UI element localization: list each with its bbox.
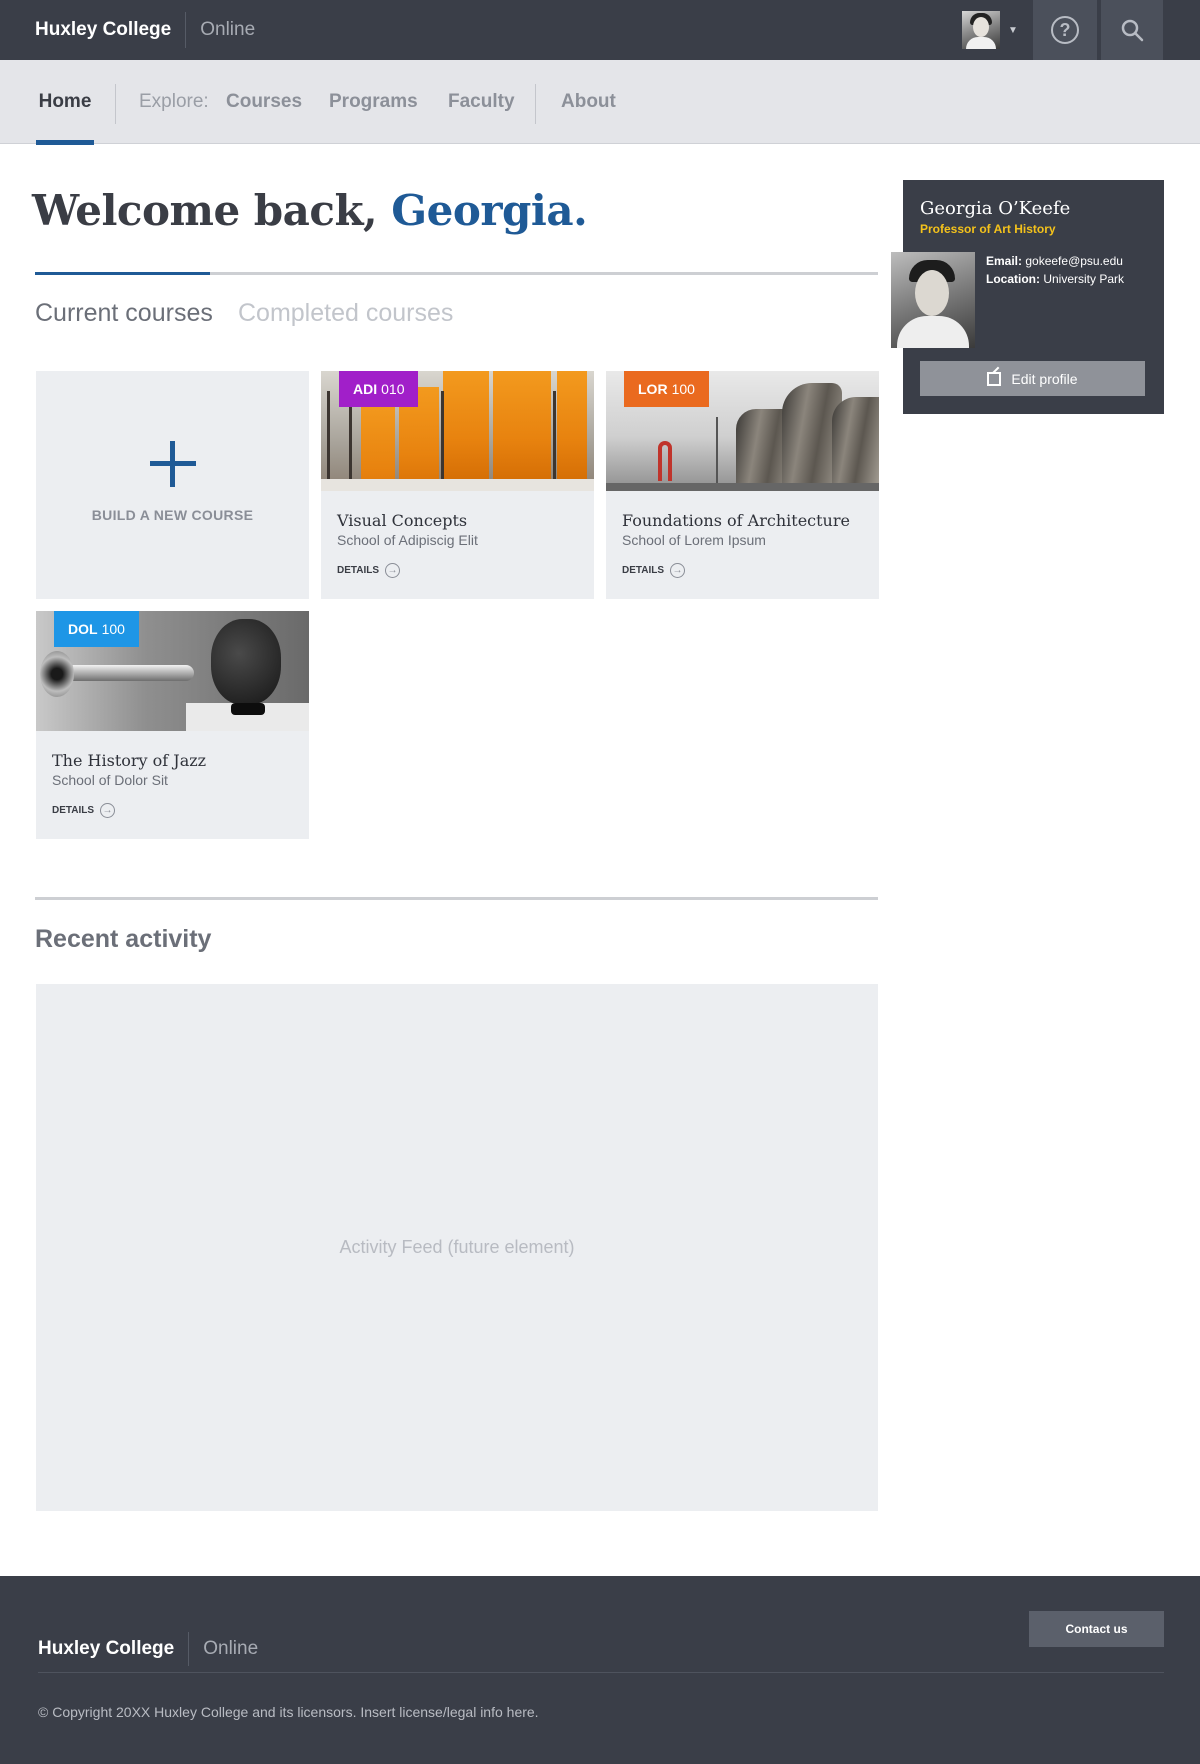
profile-panel: Georgia O’Keefe Professor of Art History… [891, 180, 1164, 414]
arrow-right-circle-icon: → [385, 563, 401, 578]
footer-brand-divider [188, 1632, 190, 1666]
footer-divider [38, 1672, 1164, 1673]
email-label: Email: [986, 254, 1023, 268]
edit-profile-button[interactable]: Edit profile [920, 361, 1145, 396]
course-code-number: 100 [101, 621, 125, 637]
course-code-badge: ADI 010 [339, 371, 419, 407]
course-code-number: 100 [671, 381, 695, 397]
details-label: DETAILS [622, 565, 665, 576]
course-school: School of Dolor Sit [52, 772, 168, 788]
edit-profile-label: Edit profile [1011, 370, 1078, 387]
course-card[interactable]: ADI 010 Visual Concepts School of Adipis… [321, 371, 594, 599]
course-code-prefix: LOR [638, 381, 668, 397]
search-button[interactable] [1099, 0, 1163, 60]
nav-home[interactable]: Home [36, 60, 94, 145]
footer: Huxley College Online Contact us © Copyr… [0, 1576, 1200, 1764]
details-link[interactable]: DETAILS → [622, 563, 686, 578]
nav-active-indicator [36, 140, 94, 145]
copyright-text: © Copyright 20XX Huxley College and its … [38, 1704, 539, 1720]
profile-role: Professor of Art History [920, 222, 1056, 236]
nav-programs[interactable]: Programs [329, 60, 418, 144]
nav-divider [115, 84, 116, 124]
course-title[interactable]: Foundations of Architecture [622, 511, 850, 530]
profile-name: Georgia O’Keefe [920, 198, 1071, 219]
footer-brand-subtitle: Online [203, 1638, 259, 1659]
arrow-right-circle-icon: → [670, 563, 686, 578]
top-bar: Huxley College Online ▼ ? [0, 0, 1200, 60]
main-nav: Home Explore: Courses Programs Faculty A… [0, 60, 1200, 145]
brand-name: Huxley College [35, 19, 172, 40]
nav-home-label: Home [38, 91, 92, 112]
user-menu[interactable]: ▼ [962, 11, 1018, 49]
course-card[interactable]: DOL 100 The History of Jazz School of Do… [36, 611, 309, 839]
course-title[interactable]: The History of Jazz [52, 751, 206, 770]
course-school: School of Adipiscig Elit [337, 532, 478, 548]
details-link[interactable]: DETAILS → [337, 563, 401, 578]
help-button[interactable]: ? [1033, 0, 1097, 60]
course-code-number: 010 [381, 381, 405, 397]
course-code-badge: LOR 100 [624, 371, 709, 407]
brand-logo[interactable]: Huxley College Online [35, 0, 255, 60]
tab-current-courses[interactable]: Current courses [35, 299, 213, 328]
explore-label: Explore: [139, 91, 209, 112]
section-divider [35, 897, 878, 900]
nav-faculty[interactable]: Faculty [448, 60, 515, 144]
build-course-label: BUILD A NEW COURSE [91, 507, 254, 523]
build-course-card[interactable]: BUILD A NEW COURSE [36, 371, 309, 599]
welcome-greeting: Welcome back, [32, 186, 392, 235]
footer-brand[interactable]: Huxley College Online [38, 1632, 258, 1666]
profile-photo [891, 252, 975, 348]
search-icon [1121, 19, 1144, 42]
email-value[interactable]: gokeefe@psu.edu [1025, 254, 1123, 268]
location-value: University Park [1043, 272, 1125, 286]
details-label: DETAILS [337, 565, 380, 576]
recent-activity-title: Recent activity [35, 925, 212, 953]
profile-details: Email: gokeefe@psu.edu Location: Univers… [986, 252, 1124, 288]
footer-brand-name: Huxley College [38, 1638, 175, 1659]
profile-location: Location: University Park [986, 270, 1124, 288]
edit-icon [987, 371, 1002, 386]
help-icon: ? [1051, 16, 1079, 44]
page-title: Welcome back, Georgia. [32, 186, 588, 235]
caret-down-icon[interactable]: ▼ [1008, 25, 1018, 36]
course-code-badge: DOL 100 [54, 611, 139, 647]
details-link[interactable]: DETAILS → [52, 803, 116, 818]
activity-feed-placeholder: Activity Feed (future element) [339, 1237, 575, 1257]
tab-active-indicator [35, 272, 210, 275]
plus-icon [149, 441, 196, 487]
nav-courses[interactable]: Courses [226, 60, 302, 144]
course-code-prefix: ADI [353, 381, 378, 397]
course-code-prefix: DOL [68, 621, 98, 637]
contact-us-button[interactable]: Contact us [1029, 1611, 1164, 1647]
brand-divider [185, 12, 187, 48]
nav-divider [535, 84, 536, 124]
location-label: Location: [986, 272, 1040, 286]
profile-email: Email: gokeefe@psu.edu [986, 252, 1124, 270]
activity-feed: Activity Feed (future element) [36, 984, 878, 1511]
details-label: DETAILS [52, 805, 95, 816]
course-card[interactable]: LOR 100 Foundations of Architecture Scho… [606, 371, 879, 599]
welcome-name: Georgia. [391, 186, 588, 235]
nav-about[interactable]: About [561, 60, 616, 144]
avatar[interactable] [962, 11, 1000, 49]
course-school: School of Lorem Ipsum [622, 532, 766, 548]
course-title[interactable]: Visual Concepts [337, 511, 467, 530]
brand-subtitle: Online [200, 19, 256, 40]
tab-completed-courses[interactable]: Completed courses [238, 299, 453, 328]
arrow-right-circle-icon: → [100, 803, 116, 818]
